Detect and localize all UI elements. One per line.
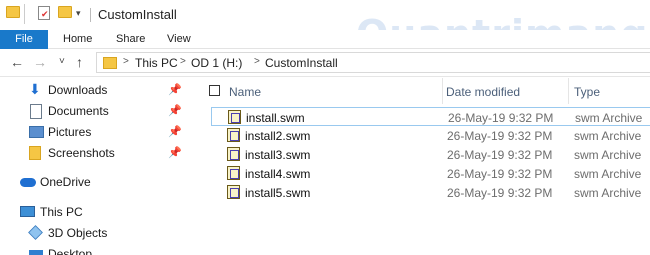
file-date: 26-May-19 9:32 PM — [447, 148, 553, 162]
tab-file[interactable]: File — [0, 30, 48, 49]
properties-icon[interactable]: ✔ — [38, 6, 50, 20]
table-row[interactable]: install5.swm 26-May-19 9:32 PM swm Archi… — [211, 183, 650, 202]
new-folder-icon[interactable] — [58, 6, 72, 18]
file-date: 26-May-19 9:32 PM — [447, 186, 553, 200]
cloud-icon — [20, 178, 36, 187]
table-row[interactable]: install4.swm 26-May-19 9:32 PM swm Archi… — [211, 164, 650, 183]
navigation-bar: ← → ˅ ↑ > This PC > OD 1 (H:) > CustomIn… — [0, 49, 650, 77]
sidebar-item-3d-objects[interactable]: 3D Objects — [0, 223, 193, 244]
desktop-icon — [29, 250, 43, 255]
divider — [90, 8, 91, 22]
sidebar-item-screenshots[interactable]: Screenshots 📌 — [0, 143, 193, 164]
file-type: swm Archive — [574, 167, 642, 181]
computer-icon — [20, 206, 35, 217]
folder-icon — [103, 57, 117, 69]
pin-icon: 📌 — [168, 147, 182, 159]
breadcrumb-this-pc[interactable]: This PC — [135, 56, 178, 70]
column-header-name[interactable]: Name — [193, 78, 443, 104]
file-name: install.swm — [246, 111, 305, 125]
archive-file-icon — [227, 147, 240, 161]
sidebar-item-desktop[interactable]: Desktop — [0, 244, 193, 255]
sidebar-item-label: 3D Objects — [48, 226, 108, 240]
forward-button[interactable]: → — [33, 54, 47, 70]
sidebar-item-this-pc[interactable]: This PC — [0, 202, 193, 223]
column-header-label: Name — [229, 85, 262, 99]
ribbon: File Home Share View — [0, 30, 650, 49]
breadcrumb-custominstall[interactable]: CustomInstall — [265, 56, 338, 70]
breadcrumb-separator[interactable]: > — [123, 56, 129, 67]
address-bar[interactable]: > This PC > OD 1 (H:) > CustomInstall — [96, 52, 650, 73]
file-type: swm Archive — [574, 148, 642, 162]
file-date: 26-May-19 9:32 PM — [448, 111, 554, 125]
file-date: 26-May-19 9:32 PM — [447, 129, 553, 143]
table-row[interactable]: install2.swm 26-May-19 9:32 PM swm Archi… — [211, 126, 650, 145]
folder-icon — [29, 146, 41, 160]
file-type: swm Archive — [574, 186, 642, 200]
pin-icon: 📌 — [168, 105, 182, 117]
select-all-checkbox[interactable] — [209, 85, 220, 96]
file-name: install5.swm — [245, 186, 311, 200]
file-date: 26-May-19 9:32 PM — [447, 167, 553, 181]
table-row[interactable]: install3.swm 26-May-19 9:32 PM swm Archi… — [211, 145, 650, 164]
breadcrumb-separator[interactable]: > — [180, 56, 186, 67]
pin-icon: 📌 — [168, 84, 182, 96]
sidebar-item-label: Documents — [48, 104, 109, 118]
sidebar-item-label: Desktop — [48, 247, 93, 255]
file-type: swm Archive — [574, 129, 642, 143]
archive-file-icon — [227, 128, 240, 142]
column-header-date[interactable]: Date modified — [443, 78, 569, 104]
file-type: swm Archive — [575, 111, 643, 125]
breadcrumb-drive[interactable]: OD 1 (H:) — [191, 56, 242, 70]
sidebar-item-label: Pictures — [48, 125, 92, 139]
divider — [24, 4, 25, 24]
window-title: CustomInstall — [98, 7, 177, 22]
tab-home[interactable]: Home — [63, 30, 92, 49]
archive-file-icon — [227, 166, 240, 180]
file-name: install4.swm — [245, 167, 311, 181]
sidebar-item-onedrive[interactable]: OneDrive — [0, 172, 193, 193]
sidebar-item-label: Downloads — [48, 83, 108, 97]
pin-icon: 📌 — [168, 126, 182, 138]
sidebar-item-label: Screenshots — [48, 146, 115, 160]
folder-icon — [6, 6, 20, 18]
column-header-type[interactable]: Type — [569, 78, 650, 104]
sidebar-item-downloads[interactable]: ⬇ Downloads 📌 — [0, 80, 193, 101]
sidebar-item-label: This PC — [40, 205, 83, 219]
tab-view[interactable]: View — [167, 30, 191, 49]
3d-objects-icon — [28, 225, 43, 240]
tab-share[interactable]: Share — [116, 30, 145, 49]
table-row[interactable]: install.swm 26-May-19 9:32 PM swm Archiv… — [211, 107, 650, 126]
column-header-label: Type — [574, 85, 601, 99]
column-header-label: Date modified — [446, 85, 521, 99]
file-list: Name Date modified Type install.swm 26-M… — [193, 78, 650, 255]
back-button[interactable]: ← — [10, 54, 24, 70]
pictures-icon — [29, 126, 44, 138]
breadcrumb-separator[interactable]: > — [254, 56, 260, 67]
customize-toolbar-icon[interactable]: ▾ — [76, 8, 81, 19]
download-arrow-icon: ⬇ — [29, 81, 41, 97]
documents-icon — [30, 104, 42, 119]
sidebar-item-pictures[interactable]: Pictures 📌 — [0, 122, 193, 143]
archive-file-icon — [227, 185, 240, 199]
file-name: install2.swm — [245, 129, 311, 143]
recent-locations-button[interactable]: ˅ — [59, 56, 65, 67]
sidebar-item-documents[interactable]: Documents 📌 — [0, 101, 193, 122]
title-bar: ✔ ▾ CustomInstall — [0, 0, 650, 30]
file-name: install3.swm — [245, 148, 311, 162]
navigation-pane: ⬇ Downloads 📌 Documents 📌 Pictures 📌 Scr… — [0, 78, 193, 255]
up-button[interactable]: ↑ — [76, 54, 83, 70]
archive-file-icon — [228, 110, 241, 124]
sidebar-item-label: OneDrive — [40, 175, 91, 189]
